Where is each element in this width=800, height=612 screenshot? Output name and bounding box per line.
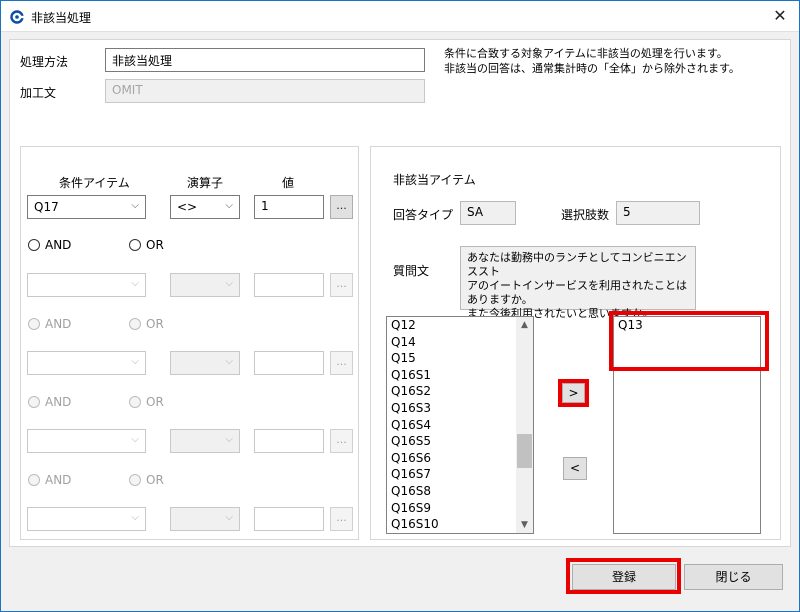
expression-label: 加工文 [20,86,57,100]
selected-list-highlight [609,311,769,371]
value-input-5[interactable] [254,507,324,531]
close-window-icon[interactable]: ✕ [767,5,793,27]
answer-type-value: SA [460,201,516,225]
condition-item-header: 条件アイテム [59,176,130,190]
list-item[interactable]: Q16S9 [391,501,431,515]
operator-select-3[interactable]: ⌵ [170,351,240,375]
choices-count-value: 5 [616,201,700,225]
app-logo-icon [10,10,24,24]
list-item[interactable]: Q16S4 [391,418,431,432]
list-item[interactable]: Q14 [391,335,416,349]
operator-header: 演算子 [187,176,224,190]
operator-select-2[interactable]: ⌵ [170,273,240,297]
chevron-down-icon: ⌵ [225,200,233,211]
list-item[interactable]: Q16S7 [391,467,431,481]
chevron-up-icon[interactable]: ▲ [516,317,533,333]
chevron-down-icon: ⌵ [131,512,139,523]
chevron-down-icon: ⌵ [131,200,139,211]
radio-circle-icon [28,396,40,408]
notice-text: 条件に合致する対象アイテムに非該当の処理を行います。 非該当の回答は、通常集計時… [444,47,740,75]
or-radio-2[interactable]: OR [129,317,164,331]
list-item[interactable]: Q16S5 [391,434,431,448]
and-radio-1[interactable]: AND [28,238,71,252]
conditions-panel: 条件アイテム 演算子 値 Q17 ⌵ <> ⌵ 1 ... AND OR ⌵ ⌵ [20,146,359,540]
expression-input[interactable]: OMIT [105,79,425,103]
list-item[interactable]: Q16S10 [391,517,439,531]
condition-item-select-1[interactable]: Q17 ⌵ [27,195,146,219]
browse-button-4[interactable]: ... [330,429,353,453]
value-header: 値 [282,176,295,190]
list-item[interactable]: Q16S3 [391,401,431,415]
method-input[interactable]: 非該当処理 [105,48,425,72]
value-input-2[interactable] [254,273,324,297]
value-input-4[interactable] [254,429,324,453]
browse-button-1[interactable]: ... [330,195,353,219]
chevron-down-icon: ⌵ [131,434,139,445]
value-input-3[interactable] [254,351,324,375]
register-button-highlight [566,558,681,594]
and-radio-2[interactable]: AND [28,317,71,331]
condition-item-select-4[interactable]: ⌵ [27,429,146,453]
answer-type-label: 回答タイプ [393,208,454,222]
condition-item-select-2[interactable]: ⌵ [27,273,146,297]
choices-count-label: 選択肢数 [561,208,610,222]
chevron-down-icon: ⌵ [131,278,139,289]
or-radio-3[interactable]: OR [129,395,164,409]
chevron-down-icon: ⌵ [225,434,233,445]
and-radio-3[interactable]: AND [28,395,71,409]
method-label: 処理方法 [20,55,69,69]
or-radio-1[interactable]: OR [129,238,164,252]
browse-button-3[interactable]: ... [330,351,353,375]
remove-item-button[interactable]: < [563,457,587,480]
dialog-window: 非該当処理 ✕ 処理方法 非該当処理 加工文 OMIT 条件に合致する対象アイテ… [0,0,800,612]
question-text: あなたは勤務中のランチとしてコンビニエンススト アのイートインサービスを利用され… [460,246,696,320]
list-item[interactable]: Q16S8 [391,484,431,498]
window-title: 非該当処理 [31,11,92,25]
chevron-down-icon: ⌵ [225,512,233,523]
operator-select-4[interactable]: ⌵ [170,429,240,453]
radio-circle-icon [129,396,141,408]
target-section-title: 非該当アイテム [393,173,476,187]
chevron-down-icon[interactable]: ▼ [516,517,533,533]
title-bar: 非該当処理 ✕ [1,1,799,32]
add-button-highlight [558,379,589,407]
radio-circle-icon [129,474,141,486]
condition-item-select-3[interactable]: ⌵ [27,351,146,375]
and-radio-4[interactable]: AND [28,473,71,487]
radio-circle-icon [28,474,40,486]
dialog-content: 処理方法 非該当処理 加工文 OMIT 条件に合致する対象アイテムに非該当の処理… [9,39,791,547]
or-radio-4[interactable]: OR [129,473,164,487]
list-item[interactable]: Q12 [391,318,416,332]
radio-circle-icon [28,239,40,251]
list-item[interactable]: Q16S2 [391,384,431,398]
radio-circle-icon [28,318,40,330]
available-items-list[interactable]: Q12 Q14 Q15 Q16S1 Q16S2 Q16S3 Q16S4 Q16S5 Q16S6 Q… [386,316,534,534]
list-item[interactable]: Q16S6 [391,451,431,465]
chevron-down-icon: ⌵ [225,278,233,289]
value-input-1[interactable]: 1 [254,195,324,219]
list-scrollbar[interactable]: ▲ ▼ [516,317,533,533]
operator-select-1[interactable]: <> ⌵ [170,195,240,219]
browse-button-5[interactable]: ... [330,507,353,531]
radio-circle-icon [129,318,141,330]
scrollbar-thumb[interactable] [517,434,532,468]
list-item[interactable]: Q15 [391,351,416,365]
condition-item-select-5[interactable]: ⌵ [27,507,146,531]
chevron-down-icon: ⌵ [131,356,139,367]
question-label: 質問文 [393,264,430,278]
list-item[interactable]: Q16S1 [391,368,431,382]
browse-button-2[interactable]: ... [330,273,353,297]
close-button[interactable]: 閉じる [684,564,783,590]
radio-circle-icon [129,239,141,251]
chevron-down-icon: ⌵ [225,356,233,367]
operator-select-5[interactable]: ⌵ [170,507,240,531]
